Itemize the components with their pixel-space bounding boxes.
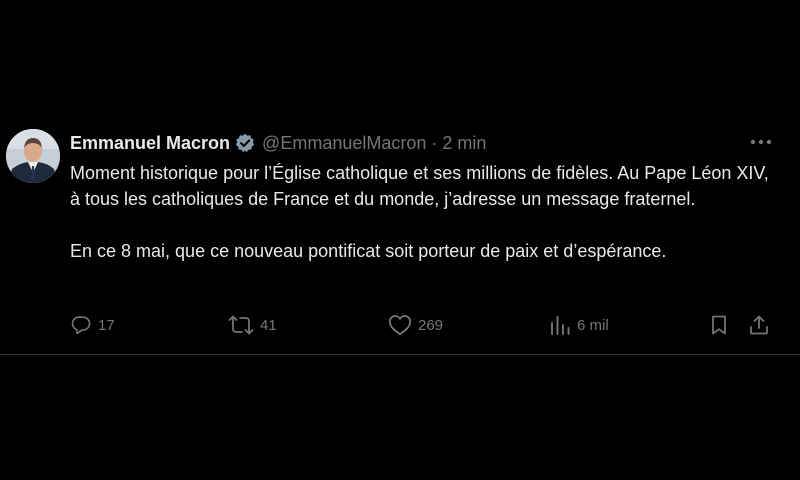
views-chart-icon	[549, 314, 571, 336]
share-icon	[748, 314, 770, 336]
retweet-count: 41	[260, 316, 277, 334]
reply-icon	[70, 314, 92, 336]
heart-icon	[388, 314, 412, 336]
verified-badge-icon	[235, 133, 255, 153]
reply-button[interactable]: 17	[70, 312, 115, 338]
share-button[interactable]	[748, 312, 770, 338]
action-bar: 17 41 269 6 mil	[70, 312, 782, 338]
author-name[interactable]: Emmanuel Macron	[70, 133, 230, 154]
like-button[interactable]: 269	[388, 312, 443, 338]
tweet-header: Emmanuel Macron @EmmanuelMacron · 2 min	[70, 130, 486, 156]
more-options-icon[interactable]	[748, 132, 774, 152]
tweet[interactable]: Emmanuel Macron @EmmanuelMacron · 2 min …	[0, 116, 800, 355]
separator-dot: ·	[431, 132, 438, 153]
views-count: 6 mil	[577, 316, 609, 334]
author-handle[interactable]: @EmmanuelMacron	[262, 133, 426, 154]
tweet-paragraph: Moment historique pour l’Église catholiq…	[70, 163, 769, 209]
retweet-icon	[228, 314, 254, 336]
timestamp[interactable]: 2 min	[442, 133, 486, 154]
reply-count: 17	[98, 316, 115, 334]
tweet-paragraph: En ce 8 mai, que ce nouveau pontificat s…	[70, 241, 667, 261]
avatar[interactable]	[6, 129, 60, 183]
bookmark-button[interactable]	[708, 312, 730, 338]
tweet-text: Moment historique pour l’Église catholiq…	[70, 160, 782, 264]
bookmark-icon	[708, 314, 730, 336]
views-button[interactable]: 6 mil	[549, 312, 609, 338]
like-count: 269	[418, 316, 444, 334]
avatar-photo	[6, 129, 60, 183]
retweet-button[interactable]: 41	[228, 312, 277, 338]
